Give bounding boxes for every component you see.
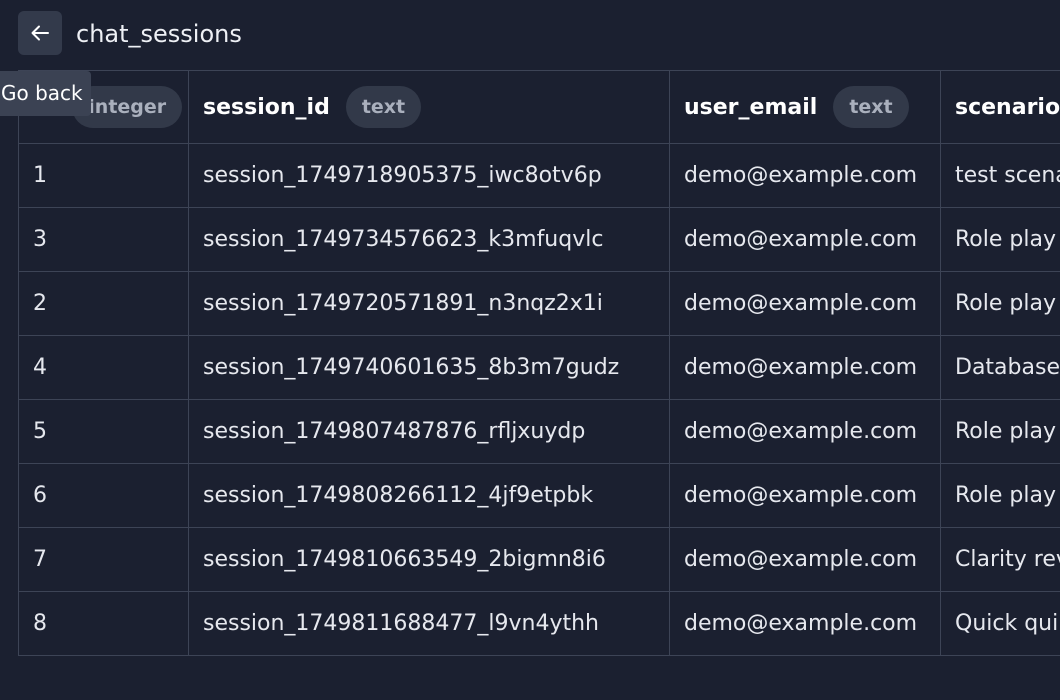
cell-scenario[interactable]: Quick qui bbox=[940, 591, 1060, 656]
cell-scenario[interactable]: Role play bbox=[940, 463, 1060, 528]
column-header-scenario[interactable]: scenario_ bbox=[940, 70, 1060, 144]
table-row[interactable]: 5 session_1749807487876_rfljxuydp demo@exa… bbox=[18, 399, 1060, 464]
cell-user-email[interactable]: demo@example.com bbox=[669, 399, 941, 464]
column-type-badge: text bbox=[833, 86, 909, 128]
cell-id[interactable]: 4 bbox=[18, 335, 189, 400]
cell-user-email[interactable]: demo@example.com bbox=[669, 591, 941, 656]
column-name: user_email bbox=[684, 94, 818, 120]
cell-session-id[interactable]: session_1749811688477_l9vn4ythh bbox=[188, 591, 670, 656]
table-header-row: idintegersession_idtextuser_emailtextsce… bbox=[18, 70, 1060, 144]
column-header-session_id[interactable]: session_id text bbox=[188, 70, 670, 144]
page-title: chat_sessions bbox=[76, 20, 242, 48]
cell-session-id[interactable]: session_1749740601635_8b3m7gudz bbox=[188, 335, 670, 400]
cell-id[interactable]: 3 bbox=[18, 207, 189, 272]
table-row[interactable]: 7 session_1749810663549_2bigmn8i6 demo@exa… bbox=[18, 527, 1060, 592]
cell-scenario[interactable]: Role play bbox=[940, 207, 1060, 272]
column-name: session_id bbox=[203, 94, 330, 120]
table-row[interactable]: 6 session_1749808266112_4jf9etpbk demo@exa… bbox=[18, 463, 1060, 528]
cell-scenario[interactable]: test scena bbox=[940, 143, 1060, 208]
cell-session-id[interactable]: session_1749720571891_n3nqz2x1i bbox=[188, 271, 670, 336]
cell-session-id[interactable]: session_1749807487876_rfljxuydp bbox=[188, 399, 670, 464]
cell-user-email[interactable]: demo@example.com bbox=[669, 335, 941, 400]
back-button[interactable] bbox=[18, 11, 62, 55]
cell-id[interactable]: 7 bbox=[18, 527, 189, 592]
cell-scenario[interactable]: Database bbox=[940, 335, 1060, 400]
table-row[interactable]: 1 session_1749718905375_iwc8otv6p demo@exa… bbox=[18, 143, 1060, 208]
arrow-left-icon bbox=[31, 25, 49, 41]
back-tooltip: Go back bbox=[0, 71, 91, 116]
table-row[interactable]: 2 session_1749720571891_n3nqz2x1i demo@exa… bbox=[18, 271, 1060, 336]
column-name: scenario_ bbox=[955, 94, 1060, 120]
cell-id[interactable]: 1 bbox=[18, 143, 189, 208]
cell-user-email[interactable]: demo@example.com bbox=[669, 527, 941, 592]
table-row[interactable]: 8 session_1749811688477_l9vn4ythh demo@exa… bbox=[18, 591, 1060, 656]
data-table: idintegersession_idtextuser_emailtextsce… bbox=[18, 70, 1060, 656]
cell-session-id[interactable]: session_1749734576623_k3mfuqvlc bbox=[188, 207, 670, 272]
cell-user-email[interactable]: demo@example.com bbox=[669, 463, 941, 528]
cell-id[interactable]: 6 bbox=[18, 463, 189, 528]
cell-user-email[interactable]: demo@example.com bbox=[669, 271, 941, 336]
cell-scenario[interactable]: Role play bbox=[940, 271, 1060, 336]
cell-scenario[interactable]: Role play bbox=[940, 399, 1060, 464]
cell-session-id[interactable]: session_1749810663549_2bigmn8i6 bbox=[188, 527, 670, 592]
cell-user-email[interactable]: demo@example.com bbox=[669, 207, 941, 272]
table-row[interactable]: 4 session_1749740601635_8b3m7gudz demo@exa… bbox=[18, 335, 1060, 400]
cell-id[interactable]: 8 bbox=[18, 591, 189, 656]
cell-user-email[interactable]: demo@example.com bbox=[669, 143, 941, 208]
cell-session-id[interactable]: session_1749808266112_4jf9etpbk bbox=[188, 463, 670, 528]
page-header: chat_sessions bbox=[0, 0, 1060, 70]
data-table-container[interactable]: idintegersession_idtextuser_emailtextsce… bbox=[18, 70, 1060, 657]
cell-session-id[interactable]: session_1749718905375_iwc8otv6p bbox=[188, 143, 670, 208]
cell-scenario[interactable]: Clarity rev bbox=[940, 527, 1060, 592]
table-body: 1 session_1749718905375_iwc8otv6p demo@exa… bbox=[18, 143, 1060, 656]
table-row[interactable]: 3 session_1749734576623_k3mfuqvlc demo@exa… bbox=[18, 207, 1060, 272]
column-type-badge: text bbox=[345, 86, 422, 128]
cell-id[interactable]: 5 bbox=[18, 399, 189, 464]
column-header-user_email[interactable]: user_email text bbox=[669, 70, 941, 144]
cell-id[interactable]: 2 bbox=[18, 271, 189, 336]
